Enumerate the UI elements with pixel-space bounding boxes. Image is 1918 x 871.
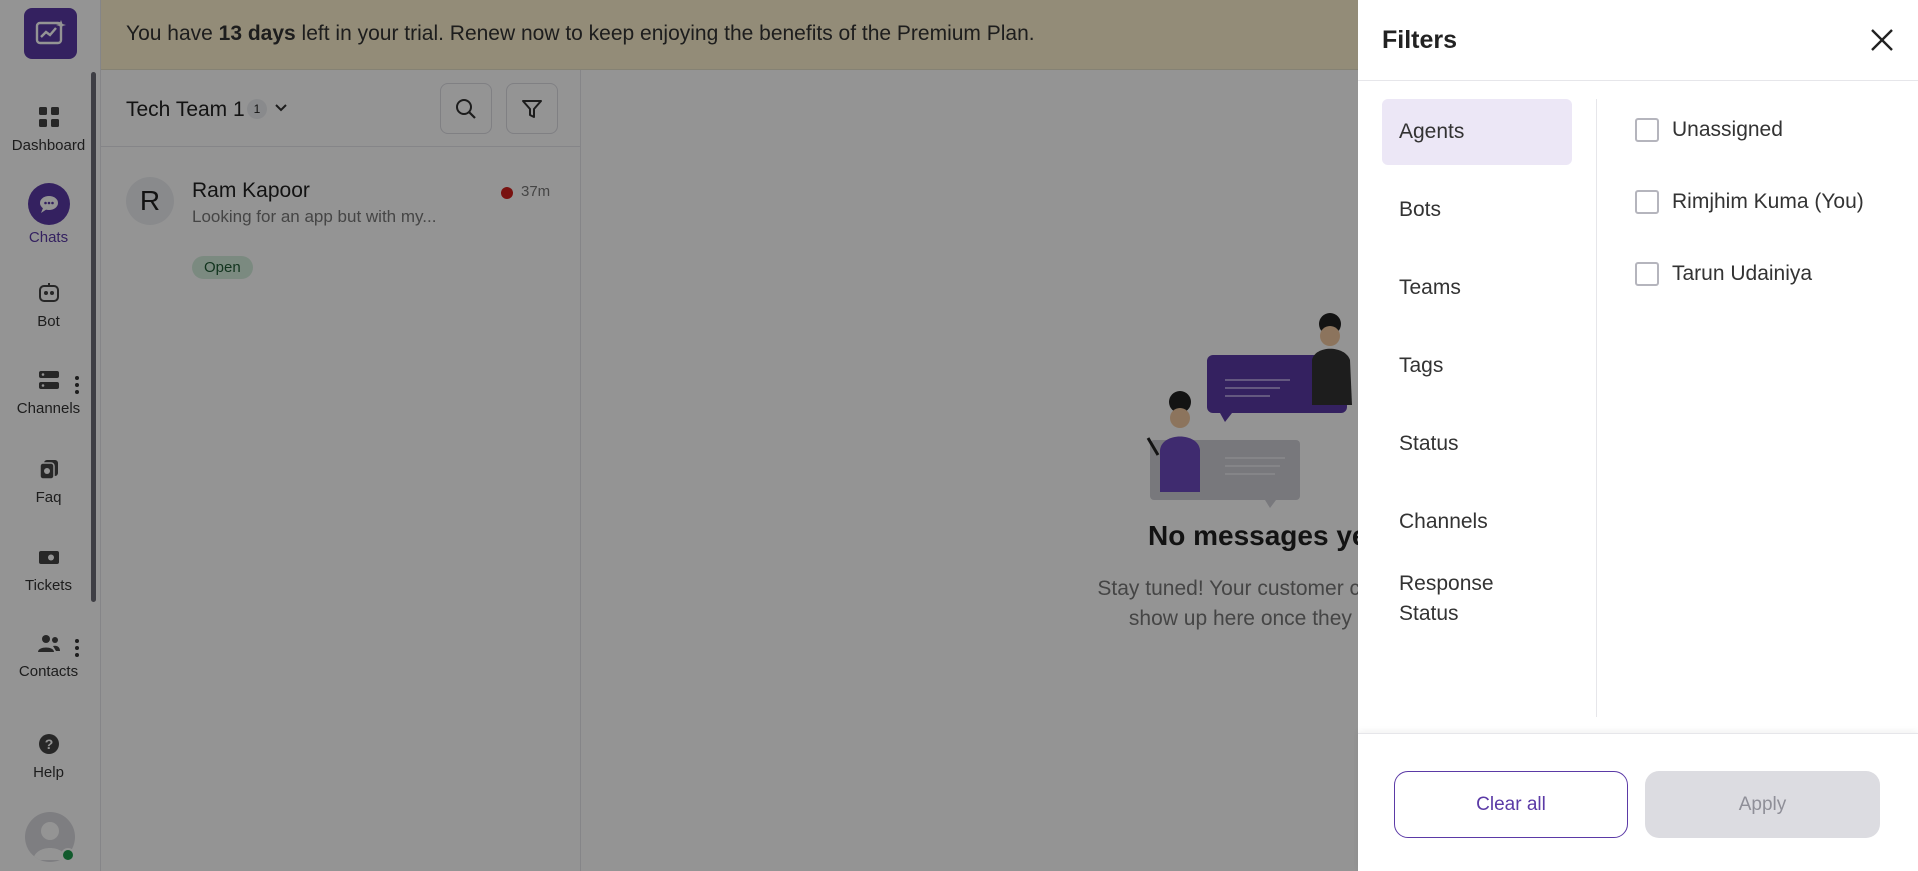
filter-category-channels[interactable]: Channels — [1382, 489, 1572, 555]
filter-category-teams[interactable]: Teams — [1382, 255, 1572, 321]
clear-all-button[interactable]: Clear all — [1394, 771, 1628, 838]
modal-backdrop[interactable] — [0, 0, 1358, 871]
filter-option-label: Rimjhim Kuma (You) — [1672, 190, 1864, 213]
filter-category-response-status[interactable]: Response Status — [1382, 567, 1572, 637]
filters-footer: Clear all Apply — [1358, 733, 1918, 871]
filter-category-status[interactable]: Status — [1382, 411, 1572, 477]
filter-option-label: Tarun Udainiya — [1672, 262, 1813, 285]
apply-button[interactable]: Apply — [1645, 771, 1880, 838]
filters-panel: Filters Agents Bots Teams Tags Status Ch… — [1358, 0, 1918, 871]
checkbox[interactable] — [1635, 190, 1659, 214]
close-icon[interactable] — [1866, 24, 1898, 56]
filters-header: Filters — [1358, 0, 1918, 81]
filter-option-rimjhim[interactable]: Rimjhim Kuma (You) — [1635, 189, 1864, 215]
filter-category-tags[interactable]: Tags — [1382, 333, 1572, 399]
filter-divider — [1596, 99, 1597, 717]
filters-title: Filters — [1382, 26, 1458, 54]
filter-categories: Agents Bots Teams Tags Status Channels R… — [1382, 99, 1572, 649]
filter-option-unassigned[interactable]: Unassigned — [1635, 117, 1864, 143]
filter-options: Unassigned Rimjhim Kuma (You) Tarun Udai… — [1635, 117, 1864, 333]
filter-option-label: Unassigned — [1672, 118, 1783, 141]
checkbox[interactable] — [1635, 118, 1659, 142]
filter-category-bots[interactable]: Bots — [1382, 177, 1572, 243]
filter-category-agents[interactable]: Agents — [1382, 99, 1572, 165]
filter-option-tarun[interactable]: Tarun Udainiya — [1635, 261, 1864, 287]
checkbox[interactable] — [1635, 262, 1659, 286]
